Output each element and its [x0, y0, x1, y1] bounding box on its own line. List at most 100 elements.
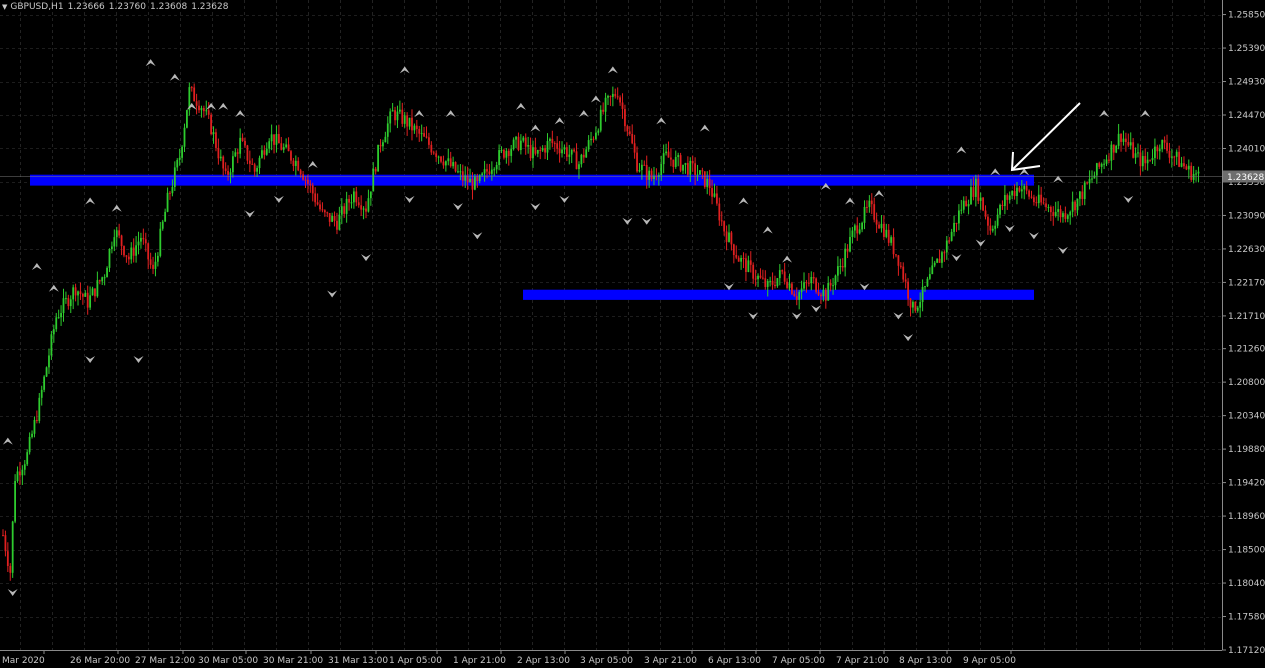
- candle-body: [633, 143, 636, 153]
- candle-body: [965, 200, 968, 207]
- fractal-up-marker: [554, 117, 565, 125]
- candle-body: [1054, 211, 1057, 216]
- price-axis[interactable]: 1.258501.253901.249301.244701.240101.235…: [1222, 0, 1265, 656]
- candle-body: [229, 172, 232, 175]
- candle-body: [398, 109, 401, 112]
- candle-body: [273, 134, 275, 145]
- candle-body: [870, 200, 873, 205]
- candle-body: [928, 274, 931, 279]
- candle-body: [178, 157, 181, 160]
- candle-body: [1137, 152, 1139, 154]
- candle-body: [253, 164, 256, 172]
- candle-body: [372, 168, 375, 192]
- candle-body: [839, 265, 842, 267]
- candle-body: [355, 191, 358, 203]
- price-tick-label: 1.25390: [1228, 44, 1265, 54]
- fractal-down-marker: [859, 283, 870, 291]
- candle-body: [645, 164, 648, 180]
- candle-body: [515, 136, 517, 140]
- time-tick-label: 27 Mar 12:00: [135, 656, 195, 666]
- price-tick-label: 1.20800: [1228, 378, 1265, 388]
- candle-body: [866, 206, 868, 208]
- candle-body: [488, 171, 491, 174]
- candle-body: [1129, 142, 1132, 146]
- chart-header-dropdown-icon[interactable]: ▼: [2, 3, 7, 11]
- candle-body: [507, 150, 510, 156]
- candle-body: [754, 278, 757, 280]
- candle-body: [563, 147, 566, 150]
- price-tick-label: 1.21260: [1228, 345, 1265, 355]
- price-chart[interactable]: 1.258501.253901.249301.244701.240101.235…: [0, 0, 1265, 668]
- candle-body: [55, 317, 58, 330]
- candle-body: [447, 158, 450, 162]
- time-tick-label: Mar 2020: [2, 656, 45, 666]
- candle-body: [323, 210, 326, 213]
- price-tick-label: 1.24930: [1228, 78, 1265, 88]
- candle-body: [275, 134, 278, 145]
- candle-body: [955, 222, 958, 224]
- candle-body: [171, 186, 174, 194]
- fractal-up-marker: [578, 110, 589, 118]
- candle-body: [1154, 146, 1156, 159]
- candle-body: [33, 419, 36, 434]
- candle-body: [607, 95, 609, 98]
- candle-body: [111, 246, 113, 250]
- candle-body: [887, 229, 890, 243]
- candle-body: [362, 208, 365, 210]
- candle-body: [442, 161, 445, 166]
- candle-body: [829, 283, 832, 286]
- candle-body: [1047, 206, 1050, 208]
- candle-body: [127, 256, 130, 260]
- candle-body: [9, 566, 12, 573]
- candle-body: [108, 249, 111, 268]
- candle-body: [578, 164, 580, 170]
- candle-body: [331, 215, 334, 222]
- candle-body: [597, 130, 600, 133]
- candle-body: [379, 144, 382, 147]
- candle-body: [232, 156, 234, 173]
- candle-body: [503, 149, 505, 158]
- fractal-up-marker: [235, 110, 246, 118]
- candle-body: [285, 144, 288, 148]
- fractal-up-marker: [656, 117, 667, 125]
- candle-body: [1139, 152, 1142, 167]
- candle-body: [510, 149, 513, 156]
- price-tick-label: 1.24010: [1228, 144, 1265, 154]
- candle-body: [50, 334, 53, 356]
- fractal-down-marker: [791, 312, 802, 320]
- fractal-down-marker: [1004, 225, 1015, 233]
- candle-body: [899, 265, 902, 267]
- fractal-up-marker: [762, 226, 773, 234]
- candle-body: [1120, 133, 1122, 142]
- candle-body: [728, 232, 730, 242]
- candle-body: [265, 148, 268, 155]
- candle-body: [776, 278, 779, 287]
- candle-body: [6, 551, 9, 567]
- price-tick-label: 1.21710: [1228, 312, 1265, 322]
- candle-body: [878, 224, 880, 229]
- price-tick-label: 1.18500: [1228, 546, 1265, 556]
- candle-body: [640, 164, 643, 171]
- candle-body: [471, 178, 474, 190]
- fractal-up-marker: [48, 284, 59, 292]
- candle-body: [604, 97, 607, 112]
- candle-body: [1028, 190, 1030, 197]
- candle-body: [60, 313, 62, 318]
- candle-body: [544, 148, 546, 153]
- candle-body: [1173, 156, 1176, 158]
- time-axis[interactable]: Mar 2020 26 Mar 20:00 27 Mar 12:00 30 Mar 0…: [0, 650, 1222, 666]
- fractal-down-marker: [1057, 246, 1068, 254]
- candle-body: [423, 133, 425, 137]
- candle-body: [227, 170, 229, 175]
- candle-body: [444, 161, 447, 166]
- candle-body: [672, 159, 675, 167]
- candle-body: [103, 277, 106, 279]
- candle-body: [1166, 142, 1168, 151]
- price-tick-label: 1.17120: [1228, 646, 1265, 656]
- fractal-down-marker: [951, 254, 962, 262]
- candle-body: [74, 287, 77, 296]
- candle-body: [1185, 166, 1188, 170]
- candle-body: [991, 228, 994, 231]
- candle-body: [248, 160, 251, 164]
- candle-body: [91, 288, 94, 296]
